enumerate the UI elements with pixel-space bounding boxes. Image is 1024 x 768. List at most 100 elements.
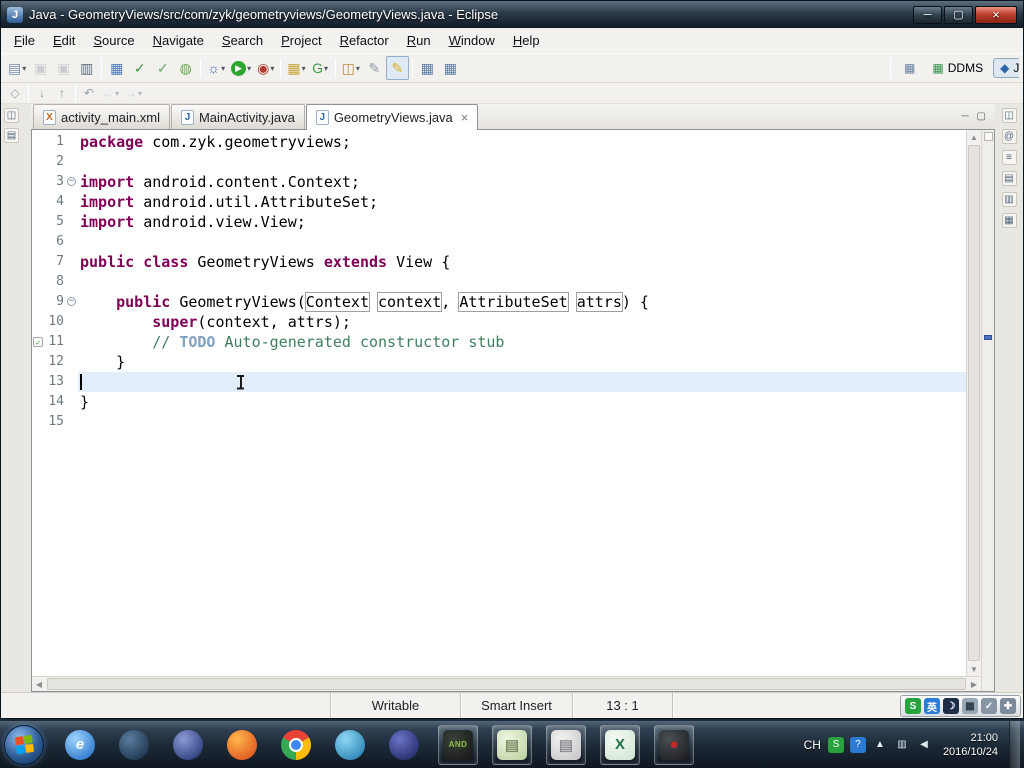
notes-taskbar-button[interactable]: ▤ <box>546 724 586 765</box>
new-wizard-button[interactable]: ▤ ▾ <box>5 56 29 80</box>
code-text[interactable]: super(context, attrs); <box>78 312 966 332</box>
code-line[interactable]: 13 <box>32 372 966 392</box>
code-line[interactable]: 12 } <box>32 352 966 372</box>
mark-occurrences-button[interactable]: ✎ <box>385 56 409 80</box>
firefox-taskbar-button[interactable] <box>222 725 262 765</box>
recorder-taskbar-button[interactable]: ● <box>654 724 694 765</box>
tray-clock[interactable]: 21:00 2016/10/24 <box>939 731 1002 759</box>
android-tool-taskbar-button[interactable]: AND <box>438 724 478 765</box>
forward-button[interactable]: → ▾ <box>122 84 145 102</box>
scroll-down-icon[interactable]: ▼ <box>967 662 981 676</box>
code-text[interactable]: import android.util.AttributeSet; <box>78 192 966 212</box>
declaration-view-icon[interactable]: ≡ <box>1001 150 1017 165</box>
tab-MainActivity.java[interactable]: J MainActivity.java <box>170 104 305 129</box>
overview-task-marker[interactable] <box>984 335 992 340</box>
back-button[interactable]: ← ▾ <box>99 84 122 102</box>
code-lines[interactable]: 1 package com.zyk.geometryviews; 2 3− import… <box>32 130 966 676</box>
code-text[interactable]: package com.zyk.geometryviews; <box>78 132 966 152</box>
show-desktop-button[interactable] <box>1009 721 1020 768</box>
menu-refactor[interactable]: Refactor <box>331 30 398 51</box>
code-line[interactable]: 5 import android.view.View; <box>32 212 966 232</box>
tab-activity_main.xml[interactable]: Xactivity_main.xml <box>33 104 170 129</box>
volume-tray-icon[interactable]: ◀ <box>916 737 932 753</box>
restore-view-icon[interactable]: ◫ <box>1001 108 1017 123</box>
code-text[interactable] <box>78 372 966 392</box>
tab-close-icon[interactable]: × <box>461 110 469 125</box>
code-line[interactable]: 1 package com.zyk.geometryviews; <box>32 132 966 152</box>
maximize-button[interactable]: ▢ <box>944 5 973 24</box>
code-line[interactable]: ✓ 11 // TODO Auto-generated constructor s… <box>32 332 966 352</box>
vertical-scroll-thumb[interactable] <box>968 145 980 661</box>
horizontal-scroll-thumb[interactable] <box>47 678 966 690</box>
menu-window[interactable]: Window <box>440 30 504 51</box>
notepad-taskbar-button[interactable]: ▤ <box>492 724 532 765</box>
chrome-taskbar-button[interactable] <box>276 725 316 765</box>
debug-button[interactable]: ☼ ▾ <box>204 56 228 80</box>
menu-help[interactable]: Help <box>504 30 549 51</box>
tab-GeometryViews.java[interactable]: J GeometryViews.java × <box>305 104 479 130</box>
prev-annotation-button[interactable]: ↑ <box>52 84 72 102</box>
scroll-up-icon[interactable]: ▲ <box>967 130 981 144</box>
menu-project[interactable]: Project <box>272 30 330 51</box>
code-text[interactable] <box>78 272 966 292</box>
pin-editor-button[interactable]: ◇ <box>5 84 25 102</box>
hidden-icons-button[interactable]: ▲ <box>872 737 888 753</box>
start-button[interactable] <box>4 724 44 765</box>
code-line[interactable]: 2 <box>32 152 966 172</box>
code-text[interactable]: // TODO Auto-generated constructor stub <box>78 332 966 352</box>
security-tray-icon[interactable]: ? <box>849 736 866 753</box>
code-line[interactable]: 14} <box>32 392 966 412</box>
menu-file[interactable]: File <box>5 30 44 51</box>
code-line[interactable]: 15 <box>32 412 966 432</box>
avd-manager-button[interactable]: ◍ <box>174 56 197 80</box>
vertical-scrollbar[interactable]: ▲ ▼ <box>966 130 981 676</box>
restore-hierarchy-icon[interactable]: ▤ <box>4 128 19 143</box>
code-text[interactable]: } <box>78 392 966 412</box>
code-line[interactable]: 4 import android.util.AttributeSet; <box>32 192 966 212</box>
last-edit-location-button[interactable]: ↶ <box>79 84 99 102</box>
java-perspective-button[interactable]: ◆ Ja <box>993 58 1019 78</box>
menu-search[interactable]: Search <box>213 30 272 51</box>
external-tools-button[interactable]: ◉ ▾ <box>254 56 277 80</box>
ime-logo-icon[interactable]: S <box>905 698 921 714</box>
menu-navigate[interactable]: Navigate <box>144 30 213 51</box>
code-text[interactable]: public GeometryViews(Context context, At… <box>78 292 966 312</box>
sync-button[interactable]: G ▾ <box>309 56 332 80</box>
fold-collapse-icon[interactable]: − <box>67 297 76 306</box>
ime-settings-icon[interactable]: ✚ <box>1000 698 1016 714</box>
overview-ruler[interactable] <box>981 130 994 691</box>
run-button[interactable]: ▶ ▾ <box>228 56 254 80</box>
scroll-left-icon[interactable]: ◀ <box>32 677 46 691</box>
ime-halfwidth-icon[interactable]: ☽ <box>943 698 959 714</box>
javadoc-view-icon[interactable]: @ <box>1001 129 1017 144</box>
title-bar[interactable]: J Java - GeometryViews/src/com/zyk/geome… <box>1 1 1023 28</box>
internet-explorer-taskbar-button[interactable]: e <box>60 725 100 765</box>
sdk-manager-button[interactable]: ▦ <box>105 56 128 80</box>
ime-symbols-icon[interactable]: ✓ <box>981 698 997 714</box>
code-text[interactable]: import android.view.View; <box>78 212 966 232</box>
code-line[interactable]: 7 public class GeometryViews extends View… <box>32 252 966 272</box>
maximize-view-button[interactable]: ▢ <box>977 111 986 122</box>
browser-taskbar-button[interactable] <box>114 725 154 765</box>
code-text[interactable] <box>78 412 966 432</box>
ime-lang-icon[interactable]: 英 <box>924 698 940 714</box>
console-view-icon[interactable]: ▦ <box>1001 213 1017 228</box>
minimize-button[interactable]: ─ <box>913 5 942 24</box>
minimize-view-button[interactable]: ─ <box>961 111 968 122</box>
ddms-perspective-button[interactable]: ▦ DDMS <box>925 58 990 78</box>
horizontal-scrollbar[interactable]: ◀ ▶ <box>32 676 981 691</box>
save-all-button[interactable]: ▣ <box>52 56 75 80</box>
search-button[interactable]: ✎ <box>363 56 386 80</box>
excel-taskbar-button[interactable]: X <box>600 724 640 765</box>
restore-package-explorer-icon[interactable]: ◫ <box>4 108 19 123</box>
code-text[interactable]: import android.content.Context; <box>78 172 966 192</box>
code-line[interactable]: 3− import android.content.Context; <box>32 172 966 192</box>
ime-keyboard-icon[interactable]: ▦ <box>962 698 978 714</box>
code-text[interactable]: public class GeometryViews extends View … <box>78 252 966 272</box>
new-java-element-button[interactable]: ◫ ▾ <box>339 56 363 80</box>
open-ddms-grid-button[interactable]: ▦ ▾ <box>284 56 308 80</box>
save-button[interactable]: ▣ <box>29 56 52 80</box>
code-text[interactable]: } <box>78 352 966 372</box>
menu-run[interactable]: Run <box>398 30 440 51</box>
ime-tray-icon[interactable]: S <box>827 736 844 753</box>
